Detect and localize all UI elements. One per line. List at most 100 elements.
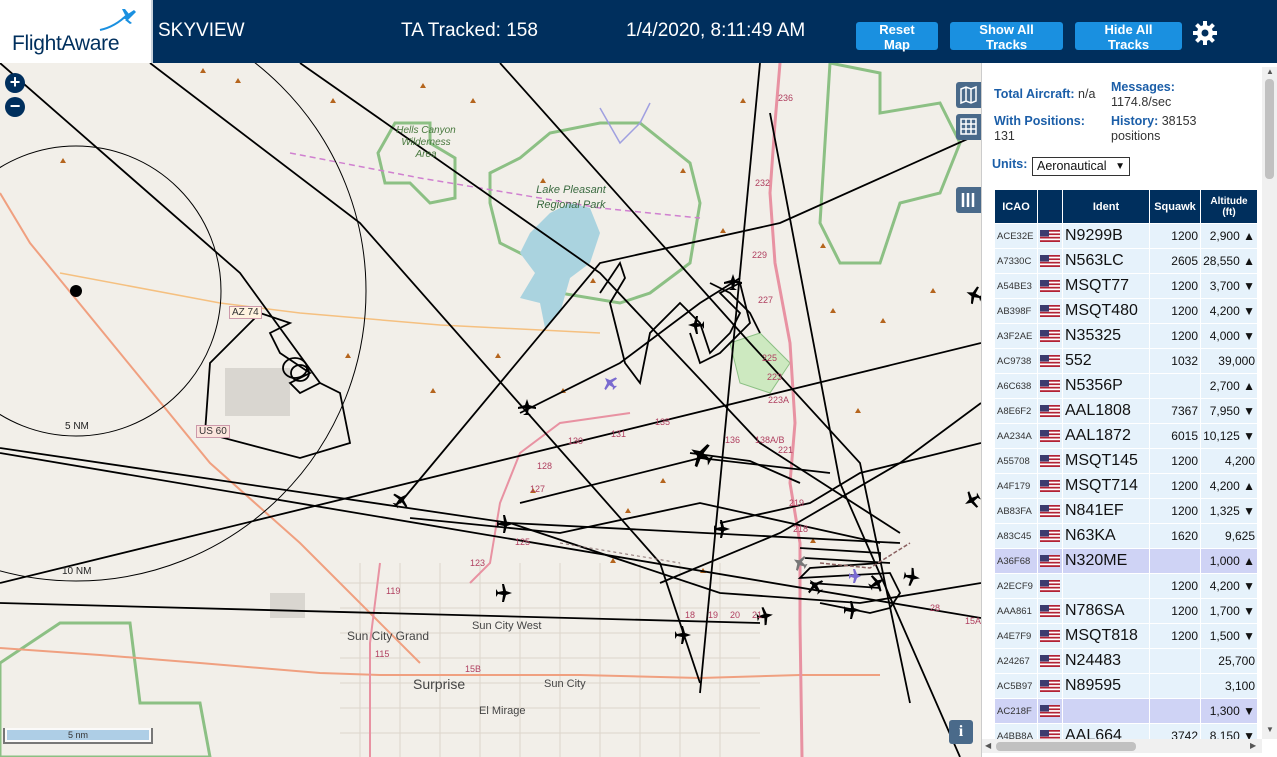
hide-all-tracks-button[interactable]: Hide All Tracks [1075,22,1182,52]
urban-grid [340,563,760,757]
cell-ident: N786SA [1063,599,1149,623]
place-label-lake-pleasant: Lake Pleasant Regional Park [536,184,606,211]
table-row[interactable]: AB83FA N841EF 1200 1,325 ▼ [995,499,1257,523]
table-row[interactable]: AC5B97 N89595 3,100 [995,674,1257,698]
table-row[interactable]: AC218F 1,300 ▼ [995,699,1257,723]
flight-tracks [0,63,981,757]
table-row[interactable]: AAA861 N786SA 1200 1,700 ▼ [995,599,1257,623]
map-view[interactable]: 5 NM 10 NM Hells Canyon Wilderness Area … [0,63,981,757]
units-value: Aeronautical [1037,159,1107,173]
cell-squawk: 2605 [1150,249,1200,273]
scroll-right-icon[interactable]: ▶ [1250,741,1256,750]
cell-altitude: 4,200 ▲ [1201,474,1257,498]
clock: 1/4/2020, 8:11:49 AM [626,20,806,41]
table-row[interactable]: A7330C N563LC 2605 28,550 ▲ [995,249,1257,273]
column-header-altitude[interactable]: Altitude (ft) [1201,190,1257,223]
place-label-sun-city-grand: Sun City Grand [347,629,430,643]
scroll-left-icon[interactable]: ◀ [985,741,991,750]
table-row[interactable]: A36F68 N320ME 1,000 ▲ [995,549,1257,573]
cell-squawk: 7367 [1150,399,1200,423]
us-flag-icon [1038,524,1062,548]
table-row[interactable]: AA234A AAL1872 6015 10,125 ▼ [995,424,1257,448]
table-row[interactable]: A24267 N24483 25,700 [995,649,1257,673]
units-dropdown[interactable]: Aeronautical ▼ [1032,157,1130,176]
horizontal-scroll-thumb[interactable] [996,742,1136,751]
cell-squawk [1150,649,1200,673]
table-row[interactable]: A4E7F9 MSQT818 1200 1,500 ▼ [995,624,1257,648]
gear-icon[interactable] [1192,20,1218,46]
us-flag-icon [1038,624,1062,648]
us-flag-icon [1040,579,1060,592]
columns-icon [961,193,975,207]
table-row[interactable]: A8E6F2 AAL1808 7367 7,950 ▼ [995,399,1257,423]
road-label: 123 [470,558,486,568]
table-row[interactable]: AC9738 552 1032 39,000 [995,349,1257,373]
cell-squawk: 1200 [1150,224,1200,248]
cell-ident: N320ME [1063,549,1149,573]
cell-altitude: 1,325 ▼ [1201,499,1257,523]
grid-button[interactable] [956,114,981,140]
cell-icao: A55708 [995,449,1037,473]
cell-squawk: 1200 [1150,499,1200,523]
column-header-ident[interactable]: Ident [1063,190,1149,223]
cell-ident [1063,699,1149,723]
map-canvas[interactable] [0,63,981,757]
us-flag-icon [1038,674,1062,698]
cell-squawk [1150,674,1200,698]
us-flag-icon [1040,229,1060,242]
cell-squawk: 1200 [1150,449,1200,473]
zoom-in-button[interactable]: + [5,73,25,93]
zoom-out-button[interactable]: − [5,97,25,117]
exit-label: 219 [789,498,805,508]
map-layer-button[interactable] [956,82,981,108]
us-flag-icon [1038,549,1062,573]
column-header-squawk[interactable]: Squawk [1150,190,1200,223]
reset-map-button[interactable]: Reset Map [856,22,938,52]
place-label-el-mirage: El Mirage [479,705,526,717]
scroll-down-icon[interactable]: ▼ [1266,725,1274,734]
cell-squawk: 1200 [1150,474,1200,498]
app-title: SKYVIEW [158,20,245,41]
road-label: 136 [725,435,741,445]
info-button[interactable]: i [949,720,973,744]
column-header-icao[interactable]: ICAO [995,190,1037,223]
road-label: 135 [655,417,671,427]
map-icon [960,85,977,105]
exit-label: 218 [793,524,809,534]
cell-altitude: 4,200 ▼ [1201,574,1257,598]
scroll-up-icon[interactable]: ▲ [1266,67,1274,76]
show-all-tracks-button[interactable]: Show All Tracks [950,22,1063,52]
aircraft-table-body: ACE32E N9299B 1200 2,900 ▲ A7330C N563LC 2605 2… [995,224,1257,748]
us-flag-icon [1038,299,1062,323]
table-row[interactable]: A2ECF9 1200 4,200 ▼ [995,574,1257,598]
table-row[interactable]: AB398F MSQT480 1200 4,200 ▼ [995,299,1257,323]
us-flag-icon [1038,374,1062,398]
cell-ident: N563LC [1063,249,1149,273]
table-row[interactable]: A54BE3 MSQT77 1200 3,700 ▼ [995,274,1257,298]
road-label: 115 [375,649,390,659]
us-flag-icon [1040,354,1060,367]
vertical-scroll-thumb[interactable] [1265,79,1274,179]
flightaware-logo[interactable]: FlightAware [0,0,153,63]
aircraft-markers[interactable] [389,274,981,644]
range-ring-5nm [0,145,222,437]
us-flag-icon [1038,399,1062,423]
table-row[interactable]: A3F2AE N35325 1200 4,000 ▼ [995,324,1257,348]
cell-icao: AA234A [995,424,1037,448]
road-grand-ave [369,562,381,757]
cell-icao: AC218F [995,699,1037,723]
table-row[interactable]: A55708 MSQT145 1200 4,200 [995,449,1257,473]
cell-squawk: 1200 [1150,599,1200,623]
aircraft-table: ICAO Ident Squawk Altitude (ft) ACE32E N9… [994,189,1258,749]
table-row[interactable]: A4F179 MSQT714 1200 4,200 ▲ [995,474,1257,498]
stat-label: History: [1111,114,1159,128]
cell-icao: AAA861 [995,599,1037,623]
columns-toggle-button[interactable] [956,187,981,213]
cell-ident: N35325 [1063,324,1149,348]
us-flag-icon [1038,324,1062,348]
us-flag-icon [1040,404,1060,417]
table-row[interactable]: A6C638 N5356P 2,700 ▲ [995,374,1257,398]
table-row[interactable]: A83C45 N63KA 1620 9,625 [995,524,1257,548]
table-row[interactable]: ACE32E N9299B 1200 2,900 ▲ [995,224,1257,248]
aircraft-sidebar: Total Aircraft: n/a Messages: 1174.8/sec… [981,63,1277,757]
